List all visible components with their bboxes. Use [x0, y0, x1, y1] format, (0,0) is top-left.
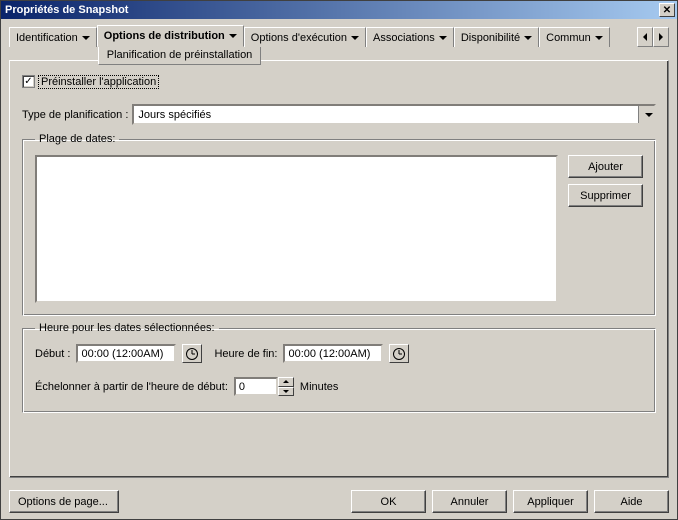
- date-range-group: Plage de dates: Ajouter Supprimer: [22, 133, 656, 316]
- button-label: Annuler: [451, 496, 489, 508]
- remove-button[interactable]: Supprimer: [568, 184, 643, 207]
- tab-label: Options d'exécution: [251, 32, 347, 44]
- titlebar: Propriétés de Snapshot ✕: [1, 1, 677, 19]
- add-button[interactable]: Ajouter: [568, 155, 643, 178]
- dropdown-icon: [351, 36, 359, 40]
- schedule-type-value: Jours spécifiés: [138, 109, 211, 121]
- button-label: Options de page...: [18, 496, 108, 508]
- arrow-right-icon: [659, 33, 663, 41]
- start-time-value: 00:00 (12:00AM): [81, 348, 163, 360]
- button-label: Appliquer: [527, 496, 573, 508]
- tab-label: Options de distribution: [104, 30, 225, 42]
- spinner-down[interactable]: [278, 387, 294, 397]
- clock-icon: [186, 348, 198, 360]
- arrow-up-icon: [283, 380, 289, 383]
- tab-panel: ✓ Préinstaller l'application Type de pla…: [9, 60, 669, 478]
- preinstall-label: Préinstaller l'application: [39, 76, 158, 88]
- dialog-window: Propriétés de Snapshot ✕ Identification …: [0, 0, 678, 520]
- tab-scroll-left[interactable]: [637, 27, 653, 47]
- time-group: Heure pour les dates sélectionnées: Débu…: [22, 322, 656, 413]
- close-button[interactable]: ✕: [659, 3, 675, 17]
- date-listbox[interactable]: [35, 155, 558, 303]
- start-time-picker-button[interactable]: [182, 344, 202, 363]
- tab-label: Commun: [546, 32, 591, 44]
- end-time-input[interactable]: 00:00 (12:00AM): [283, 344, 383, 363]
- button-label: Aide: [620, 496, 642, 508]
- arrow-down-icon: [283, 390, 289, 393]
- schedule-type-label: Type de planification :: [22, 109, 128, 121]
- dropdown-icon: [524, 36, 532, 40]
- subtab-label: Planification de préinstallation: [107, 49, 253, 61]
- start-time-label: Début :: [35, 348, 70, 360]
- dropdown-icon: [229, 34, 237, 38]
- tab-distribution-options[interactable]: Options de distribution Planification de…: [97, 25, 244, 47]
- dialog-button-bar: Options de page... OK Annuler Appliquer …: [1, 484, 677, 519]
- dropdown-icon: [82, 36, 90, 40]
- close-icon: ✕: [663, 5, 671, 16]
- spread-label: Échelonner à partir de l'heure de début:: [35, 381, 228, 393]
- tab-scroll-right[interactable]: [653, 27, 669, 47]
- tab-identification[interactable]: Identification: [9, 27, 97, 47]
- start-time-input[interactable]: 00:00 (12:00AM): [76, 344, 176, 363]
- date-range-legend: Plage de dates:: [35, 133, 119, 145]
- window-title: Propriétés de Snapshot: [5, 4, 128, 16]
- tab-label: Associations: [373, 32, 435, 44]
- schedule-type-row: Type de planification : Jours spécifiés: [22, 104, 656, 125]
- tabstrip: Identification Options de distribution P…: [9, 25, 669, 61]
- apply-button[interactable]: Appliquer: [513, 490, 588, 513]
- subtab-preinstall-schedule: Planification de préinstallation: [98, 47, 262, 65]
- page-options-button[interactable]: Options de page...: [9, 490, 119, 513]
- dropdown-icon: [595, 36, 603, 40]
- content-area: Identification Options de distribution P…: [1, 19, 677, 484]
- dropdown-button[interactable]: [638, 106, 654, 123]
- preinstall-checkbox[interactable]: ✓: [22, 75, 35, 88]
- button-label: Supprimer: [580, 190, 631, 202]
- ok-button[interactable]: OK: [351, 490, 426, 513]
- arrow-left-icon: [643, 33, 647, 41]
- tab-execution-options[interactable]: Options d'exécution: [244, 27, 366, 47]
- cancel-button[interactable]: Annuler: [432, 490, 507, 513]
- tab-availability[interactable]: Disponibilité: [454, 27, 539, 47]
- end-time-label: Heure de fin:: [214, 348, 277, 360]
- time-group-legend: Heure pour les dates sélectionnées:: [35, 322, 219, 334]
- button-label: OK: [381, 496, 397, 508]
- tab-label: Disponibilité: [461, 32, 520, 44]
- end-time-value: 00:00 (12:00AM): [288, 348, 370, 360]
- preinstall-checkbox-row: ✓ Préinstaller l'application: [22, 75, 656, 88]
- tab-associations[interactable]: Associations: [366, 27, 454, 47]
- clock-icon: [393, 348, 405, 360]
- tab-scroll-controls: [637, 27, 669, 47]
- schedule-type-select[interactable]: Jours spécifiés: [132, 104, 656, 125]
- help-button[interactable]: Aide: [594, 490, 669, 513]
- button-label: Ajouter: [588, 161, 623, 173]
- chevron-down-icon: [645, 113, 653, 117]
- check-icon: ✓: [24, 77, 32, 87]
- end-time-picker-button[interactable]: [389, 344, 409, 363]
- spread-value: 0: [239, 381, 245, 393]
- spread-unit-label: Minutes: [300, 381, 339, 393]
- tab-common[interactable]: Commun: [539, 27, 610, 47]
- tab-label: Identification: [16, 32, 78, 44]
- spinner-up[interactable]: [278, 377, 294, 387]
- dropdown-icon: [439, 36, 447, 40]
- spread-minutes-spinner[interactable]: 0: [234, 377, 294, 396]
